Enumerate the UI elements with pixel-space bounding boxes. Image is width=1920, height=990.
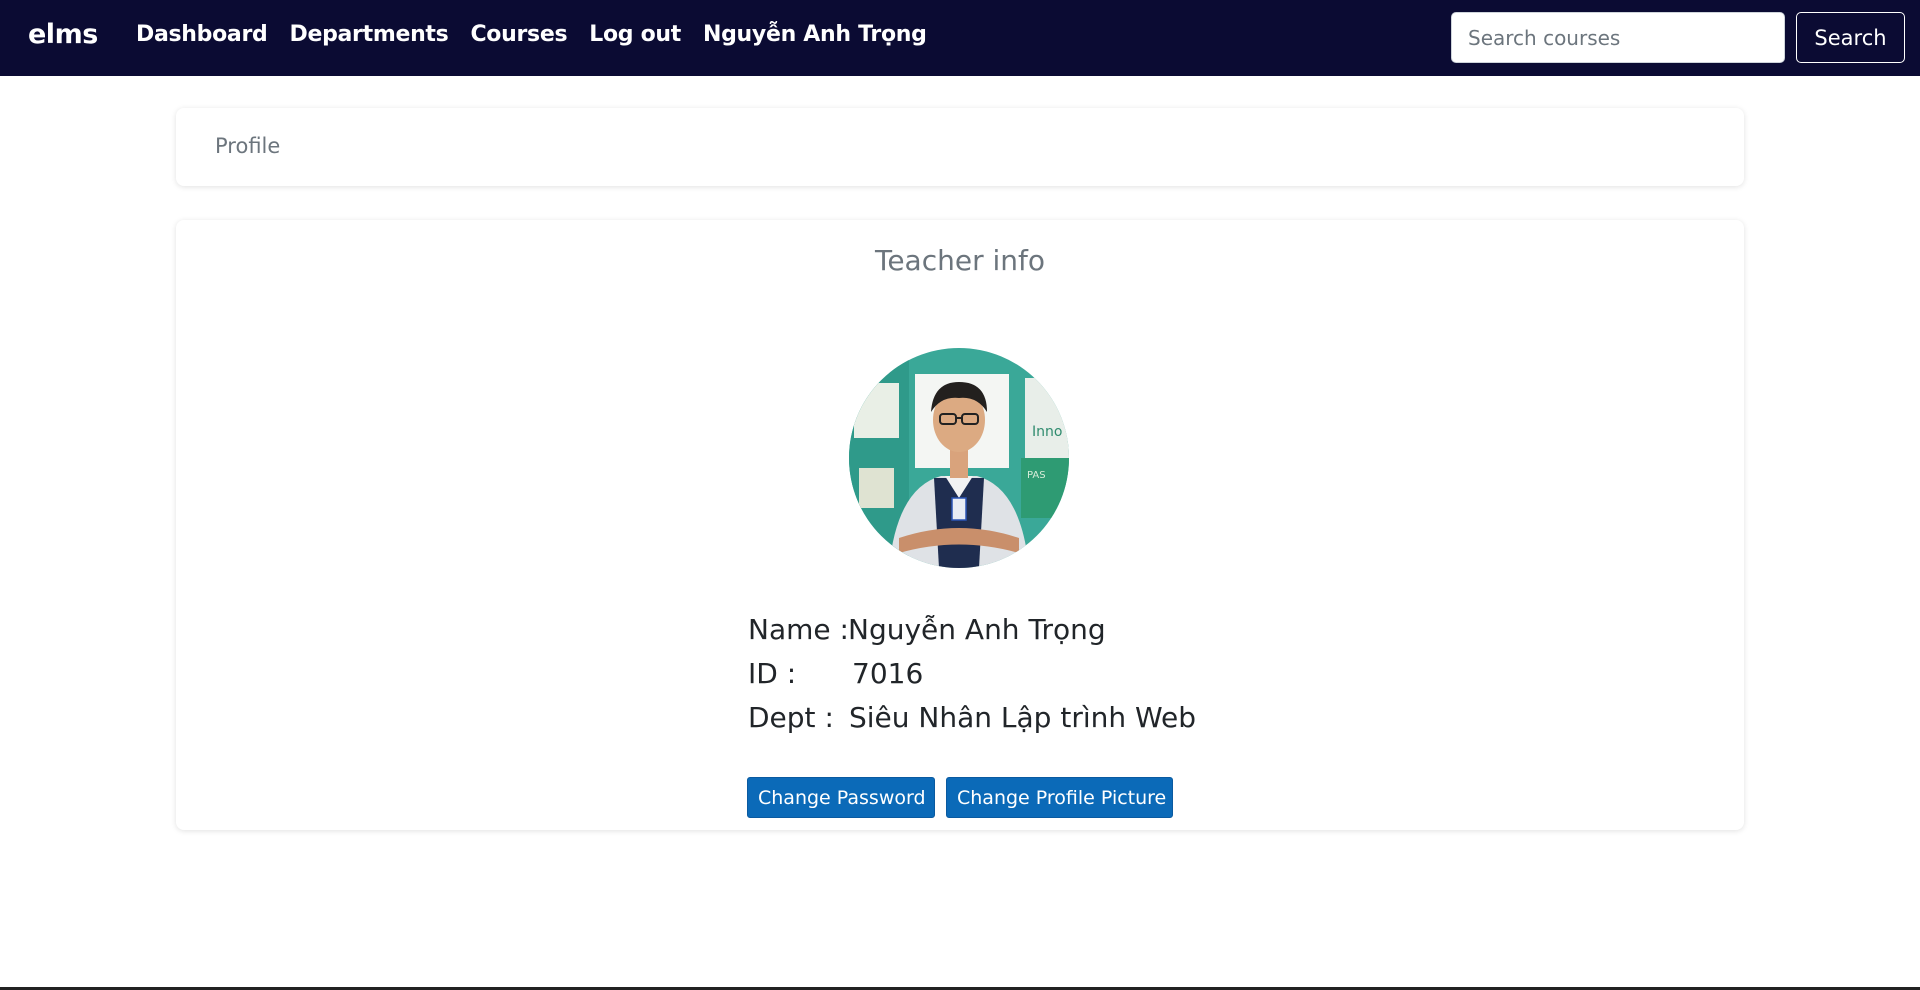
nav-logout[interactable]: Log out — [589, 22, 681, 47]
nav-dashboard[interactable]: Dashboard — [136, 22, 268, 47]
avatar: Inno PAS — [849, 348, 1069, 568]
svg-text:PAS: PAS — [1027, 470, 1046, 481]
svg-text:Inno: Inno — [1032, 424, 1062, 440]
nav-departments[interactable]: Departments — [289, 22, 448, 47]
name-label: Name : — [748, 613, 849, 646]
id-row: ID : 7016 — [748, 652, 1196, 696]
dept-row: Dept : Siêu Nhân Lập trình Web — [748, 696, 1196, 740]
nav-user-profile[interactable]: Nguyễn Anh Trọng — [703, 22, 927, 47]
dept-label: Dept : — [748, 701, 834, 734]
name-value: Nguyễn Anh Trọng — [848, 613, 1106, 646]
change-password-button[interactable]: Change Password — [747, 777, 935, 818]
brand-logo[interactable]: elms — [28, 19, 98, 50]
teacher-info-card: Teacher info Inno PAS Name: Nguyễn Anh … — [176, 220, 1744, 830]
navbar: elms Dashboard Departments Courses Log o… — [0, 0, 1920, 76]
dept-value: Siêu Nhân Lập trình Web — [849, 701, 1197, 734]
nav-links: Dashboard Departments Courses Log out Ng… — [136, 22, 927, 47]
teacher-details: Name : Nguyễn Anh Trọng ID : 7016 Dept :… — [748, 608, 1196, 740]
card-title: Teacher info — [874, 244, 1046, 277]
breadcrumb-card: Profile — [176, 108, 1744, 186]
avatar-photo: Inno PAS — [849, 348, 1069, 568]
id-label: ID : — [748, 657, 797, 690]
search-input[interactable] — [1451, 12, 1785, 63]
breadcrumb: Profile — [215, 134, 281, 158]
change-profile-picture-button[interactable]: Change Profile Picture — [946, 777, 1173, 818]
search-button[interactable]: Search — [1796, 12, 1905, 63]
name-row: Name : Nguyễn Anh Trọng — [748, 608, 1196, 652]
id-value: 7016 — [852, 657, 924, 690]
nav-courses[interactable]: Courses — [470, 22, 567, 47]
